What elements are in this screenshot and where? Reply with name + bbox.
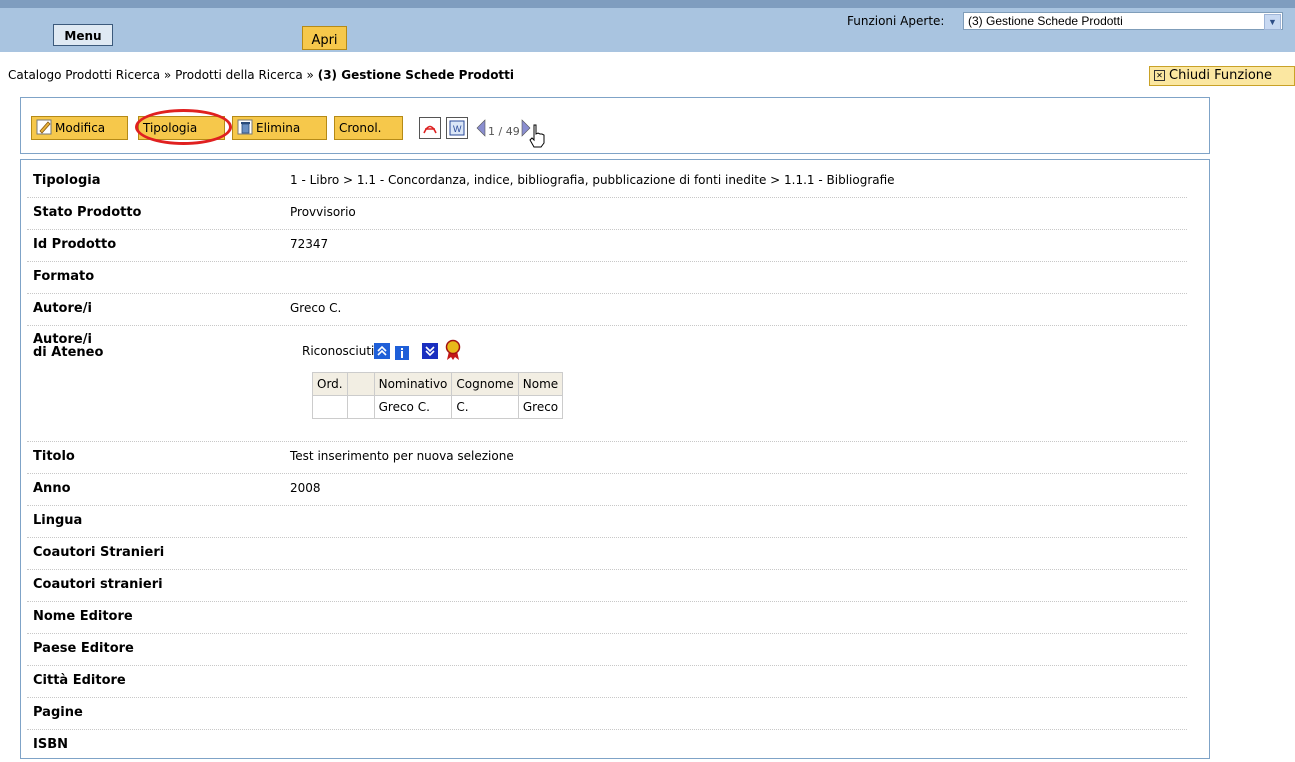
funzioni-aperte-select[interactable]: (3) Gestione Schede Prodotti ▼ — [963, 12, 1283, 30]
field-row-lingua: Lingua — [27, 506, 1187, 538]
field-row-autori-ateneo: Autore/i di Ateneo — [27, 326, 1187, 442]
breadcrumb: Catalogo Prodotti Ricerca » Prodotti del… — [8, 68, 514, 82]
chiudi-funzione-button[interactable]: ✕ Chiudi Funzione — [1149, 66, 1295, 86]
breadcrumb-current: (3) Gestione Schede Prodotti — [317, 68, 515, 82]
field-label: Autore/i di Ateneo — [33, 333, 103, 359]
field-row-nome-editore: Nome Editore — [27, 602, 1187, 634]
field-label: Coautori Stranieri — [33, 545, 165, 560]
col-header-nominativo: Nominativo — [373, 372, 453, 396]
chiudi-label: Chiudi Funzione — [1169, 68, 1273, 83]
cell-nominativo: Greco C. — [373, 395, 453, 419]
hand-cursor-icon — [529, 124, 545, 148]
cronologia-button[interactable]: Cronol. — [334, 116, 403, 140]
apri-button[interactable]: Apri — [302, 26, 347, 50]
field-row-anno: Anno 2008 — [27, 474, 1187, 506]
funzioni-aperte-label: Funzioni Aperte: — [847, 14, 945, 28]
double-chevron-down-glyph — [425, 346, 435, 357]
field-value: Greco C. — [290, 301, 342, 315]
chevron-down-icon[interactable]: ▼ — [1264, 14, 1281, 30]
pager-text: 1 / 49 — [488, 125, 520, 138]
elimina-label: Elimina — [256, 121, 301, 135]
menu-button[interactable]: Menu — [53, 24, 113, 46]
pdf-glyph — [423, 125, 437, 134]
breadcrumb-separator: » — [302, 68, 318, 82]
trash-icon — [237, 119, 253, 135]
field-row-autori: Autore/i Greco C. — [27, 294, 1187, 326]
info-glyph — [401, 348, 403, 358]
authors-table: Ord. Nominativo Cognome Nome Greco C. C.… — [312, 372, 564, 419]
cell-ord — [312, 395, 348, 419]
col-header-cognome: Cognome — [451, 372, 519, 396]
pdf-icon[interactable] — [419, 117, 441, 139]
field-row-pagine: Pagine — [27, 698, 1187, 730]
field-row-citta-editore: Città Editore — [27, 666, 1187, 698]
field-label: Coautori stranieri — [33, 577, 163, 592]
field-row-coautori-stranieri: Coautori Stranieri — [27, 538, 1187, 570]
cell-blank — [346, 395, 375, 419]
field-label: ISBN — [33, 737, 68, 752]
field-row-id: Id Prodotto 72347 — [27, 230, 1187, 262]
field-label-line2: di Ateneo — [33, 345, 104, 360]
field-value: Provvisorio — [290, 205, 356, 219]
field-row-titolo: Titolo Test inserimento per nuova selezi… — [27, 442, 1187, 474]
elimina-button[interactable]: Elimina — [232, 116, 327, 140]
svg-text:W: W — [453, 124, 462, 134]
top-bar: Menu Apri Funzioni Aperte: (3) Gestione … — [0, 0, 1295, 52]
award-ribbon-icon[interactable] — [444, 339, 462, 361]
field-label: Pagine — [33, 705, 83, 720]
field-value: 72347 — [290, 237, 329, 251]
highlight-oval — [135, 109, 232, 145]
double-chevron-up-glyph — [377, 345, 387, 356]
word-glyph: W — [449, 120, 465, 136]
word-icon[interactable]: W — [446, 117, 468, 139]
field-label: Anno — [33, 481, 71, 496]
field-label: Stato Prodotto — [33, 205, 142, 220]
field-label: Città Editore — [33, 673, 126, 688]
field-label: Formato — [33, 269, 95, 284]
field-label: Id Prodotto — [33, 237, 117, 252]
field-label: Lingua — [33, 513, 83, 528]
col-header-nome: Nome — [517, 372, 564, 396]
field-row-isbn: ISBN — [27, 730, 1187, 762]
field-value: 2008 — [290, 481, 321, 495]
field-label: Tipologia — [33, 173, 101, 188]
table-header-row: Ord. Nominativo Cognome Nome — [312, 372, 564, 396]
cell-cognome: C. — [451, 395, 519, 419]
toolbar: Modifica Tipologia Elimina Cronol. W 1 /… — [20, 97, 1210, 154]
field-row-tipologia: Tipologia 1 - Libro > 1.1 - Concordanza,… — [27, 166, 1187, 198]
cell-nome: Greco — [517, 395, 564, 419]
col-header-ord: Ord. — [312, 372, 348, 396]
breadcrumb-catalogo[interactable]: Catalogo Prodotti Ricerca — [8, 68, 160, 82]
pencil-icon — [36, 119, 52, 135]
product-detail-panel: Tipologia 1 - Libro > 1.1 - Concordanza,… — [20, 159, 1210, 759]
cronologia-label: Cronol. — [339, 121, 382, 135]
col-header-blank — [346, 372, 375, 396]
breadcrumb-separator: » — [160, 68, 176, 82]
field-label: Paese Editore — [33, 641, 134, 656]
close-icon: ✕ — [1154, 70, 1165, 81]
field-row-stato: Stato Prodotto Provvisorio — [27, 198, 1187, 230]
field-value: 1 - Libro > 1.1 - Concordanza, indice, b… — [290, 173, 895, 187]
field-row-formato: Formato — [27, 262, 1187, 294]
field-value: Test inserimento per nuova selezione — [290, 449, 514, 463]
top-strip — [0, 0, 1295, 8]
field-label: Nome Editore — [33, 609, 133, 624]
arrow-left-icon[interactable] — [476, 119, 486, 137]
breadcrumb-prodotti[interactable]: Prodotti della Ricerca — [175, 68, 303, 82]
expand-down-icon[interactable] — [422, 343, 438, 359]
modifica-label: Modifica — [55, 121, 106, 135]
field-label: Autore/i — [33, 301, 92, 316]
funzioni-selected-value: (3) Gestione Schede Prodotti — [968, 14, 1123, 28]
info-icon[interactable] — [395, 346, 409, 360]
field-label: Titolo — [33, 449, 75, 464]
expand-up-icon[interactable] — [374, 343, 390, 359]
field-row-coautori-stranieri-2: Coautori stranieri — [27, 570, 1187, 602]
field-row-paese-editore: Paese Editore — [27, 634, 1187, 666]
modifica-button[interactable]: Modifica — [31, 116, 128, 140]
table-row: Greco C. C. Greco — [312, 395, 564, 419]
